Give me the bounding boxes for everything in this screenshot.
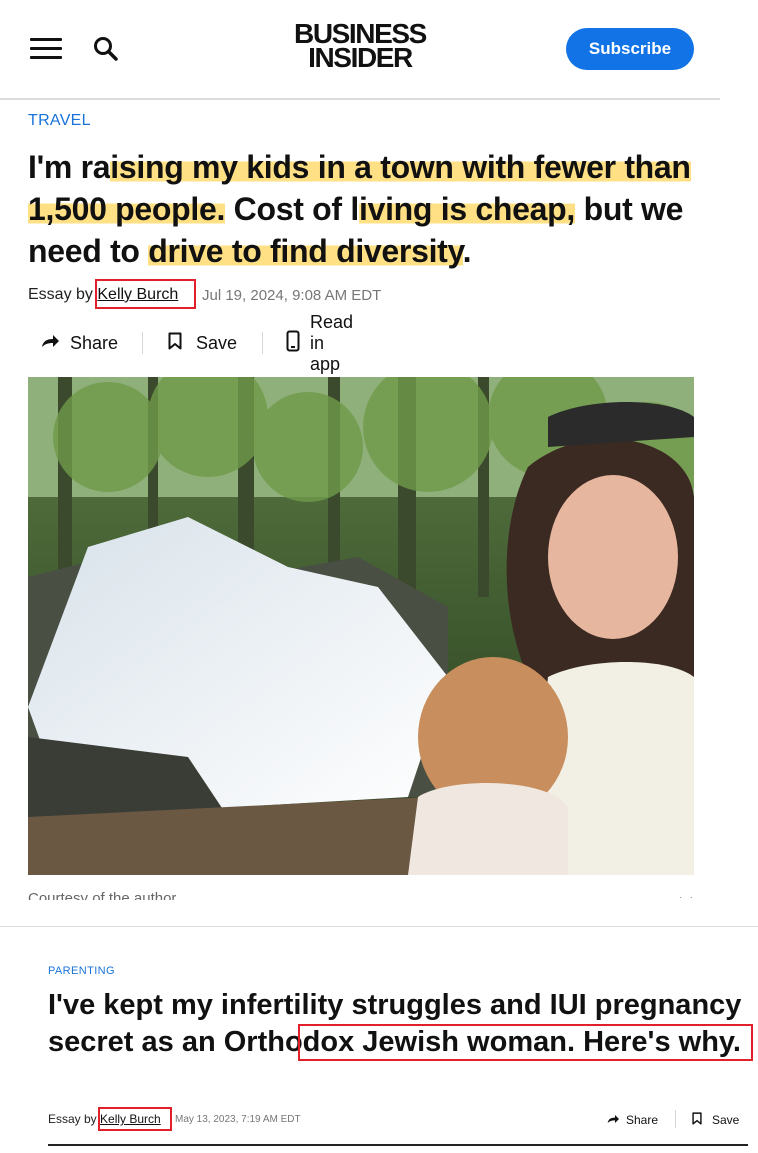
subscribe-button[interactable]: Subscribe [566,28,694,70]
divider [142,332,143,354]
header-divider [0,98,720,100]
annotation-box [98,1107,172,1131]
share-icon [606,1113,620,1128]
bookmark-icon [168,332,186,355]
category-link[interactable]: PARENTING [48,965,115,977]
headline-highlight: drive to find diversity [148,233,463,269]
share-label: Share [70,332,119,353]
chevron-down-icon[interactable] [676,886,696,898]
save-button[interactable]: Save [692,1110,739,1130]
read-in-app-button[interactable]: Read in app [286,312,355,374]
category-link[interactable]: TRAVEL [28,112,91,130]
share-button[interactable]: Share [40,328,118,358]
phone-icon [286,330,300,357]
hamburger-menu-icon[interactable] [30,38,62,60]
bookmark-icon [692,1112,704,1128]
byline-prefix: Essay by [48,1112,97,1126]
save-label: Save [712,1113,740,1127]
divider [262,332,263,354]
search-icon[interactable] [93,36,119,62]
article-hero-image [28,377,694,875]
save-label: Save [196,332,238,353]
annotation-box [298,1024,753,1061]
section-divider [0,926,758,927]
read-in-app-label: Read in app [310,311,354,374]
publish-date: Jul 19, 2024, 9:08 AM EDT [202,287,382,304]
logo-line-2: INSIDER [308,42,413,73]
article-image-top-edge [48,1144,748,1146]
publish-date: May 13, 2023, 7:19 AM EDT [175,1114,301,1125]
headline-text: . [462,233,472,269]
business-insider-logo[interactable]: BUSINESS INSIDER [280,20,440,73]
site-header: BUSINESS INSIDER Subscribe [0,0,720,98]
divider [675,1110,676,1128]
annotation-box [95,279,196,309]
headline-text: I'm ra [28,149,111,185]
headline-highlight: iving is cheap, [358,191,576,227]
byline-prefix: Essay by [28,286,93,303]
article-headline: I'm raising my kids in a town with fewer… [28,146,708,272]
share-button[interactable]: Share [606,1110,658,1130]
save-button[interactable]: Save [168,328,237,358]
share-icon [40,332,62,355]
headline-text: Cost of l [225,191,360,227]
image-caption: Courtesy of the author [28,890,177,900]
share-label: Share [626,1113,659,1127]
